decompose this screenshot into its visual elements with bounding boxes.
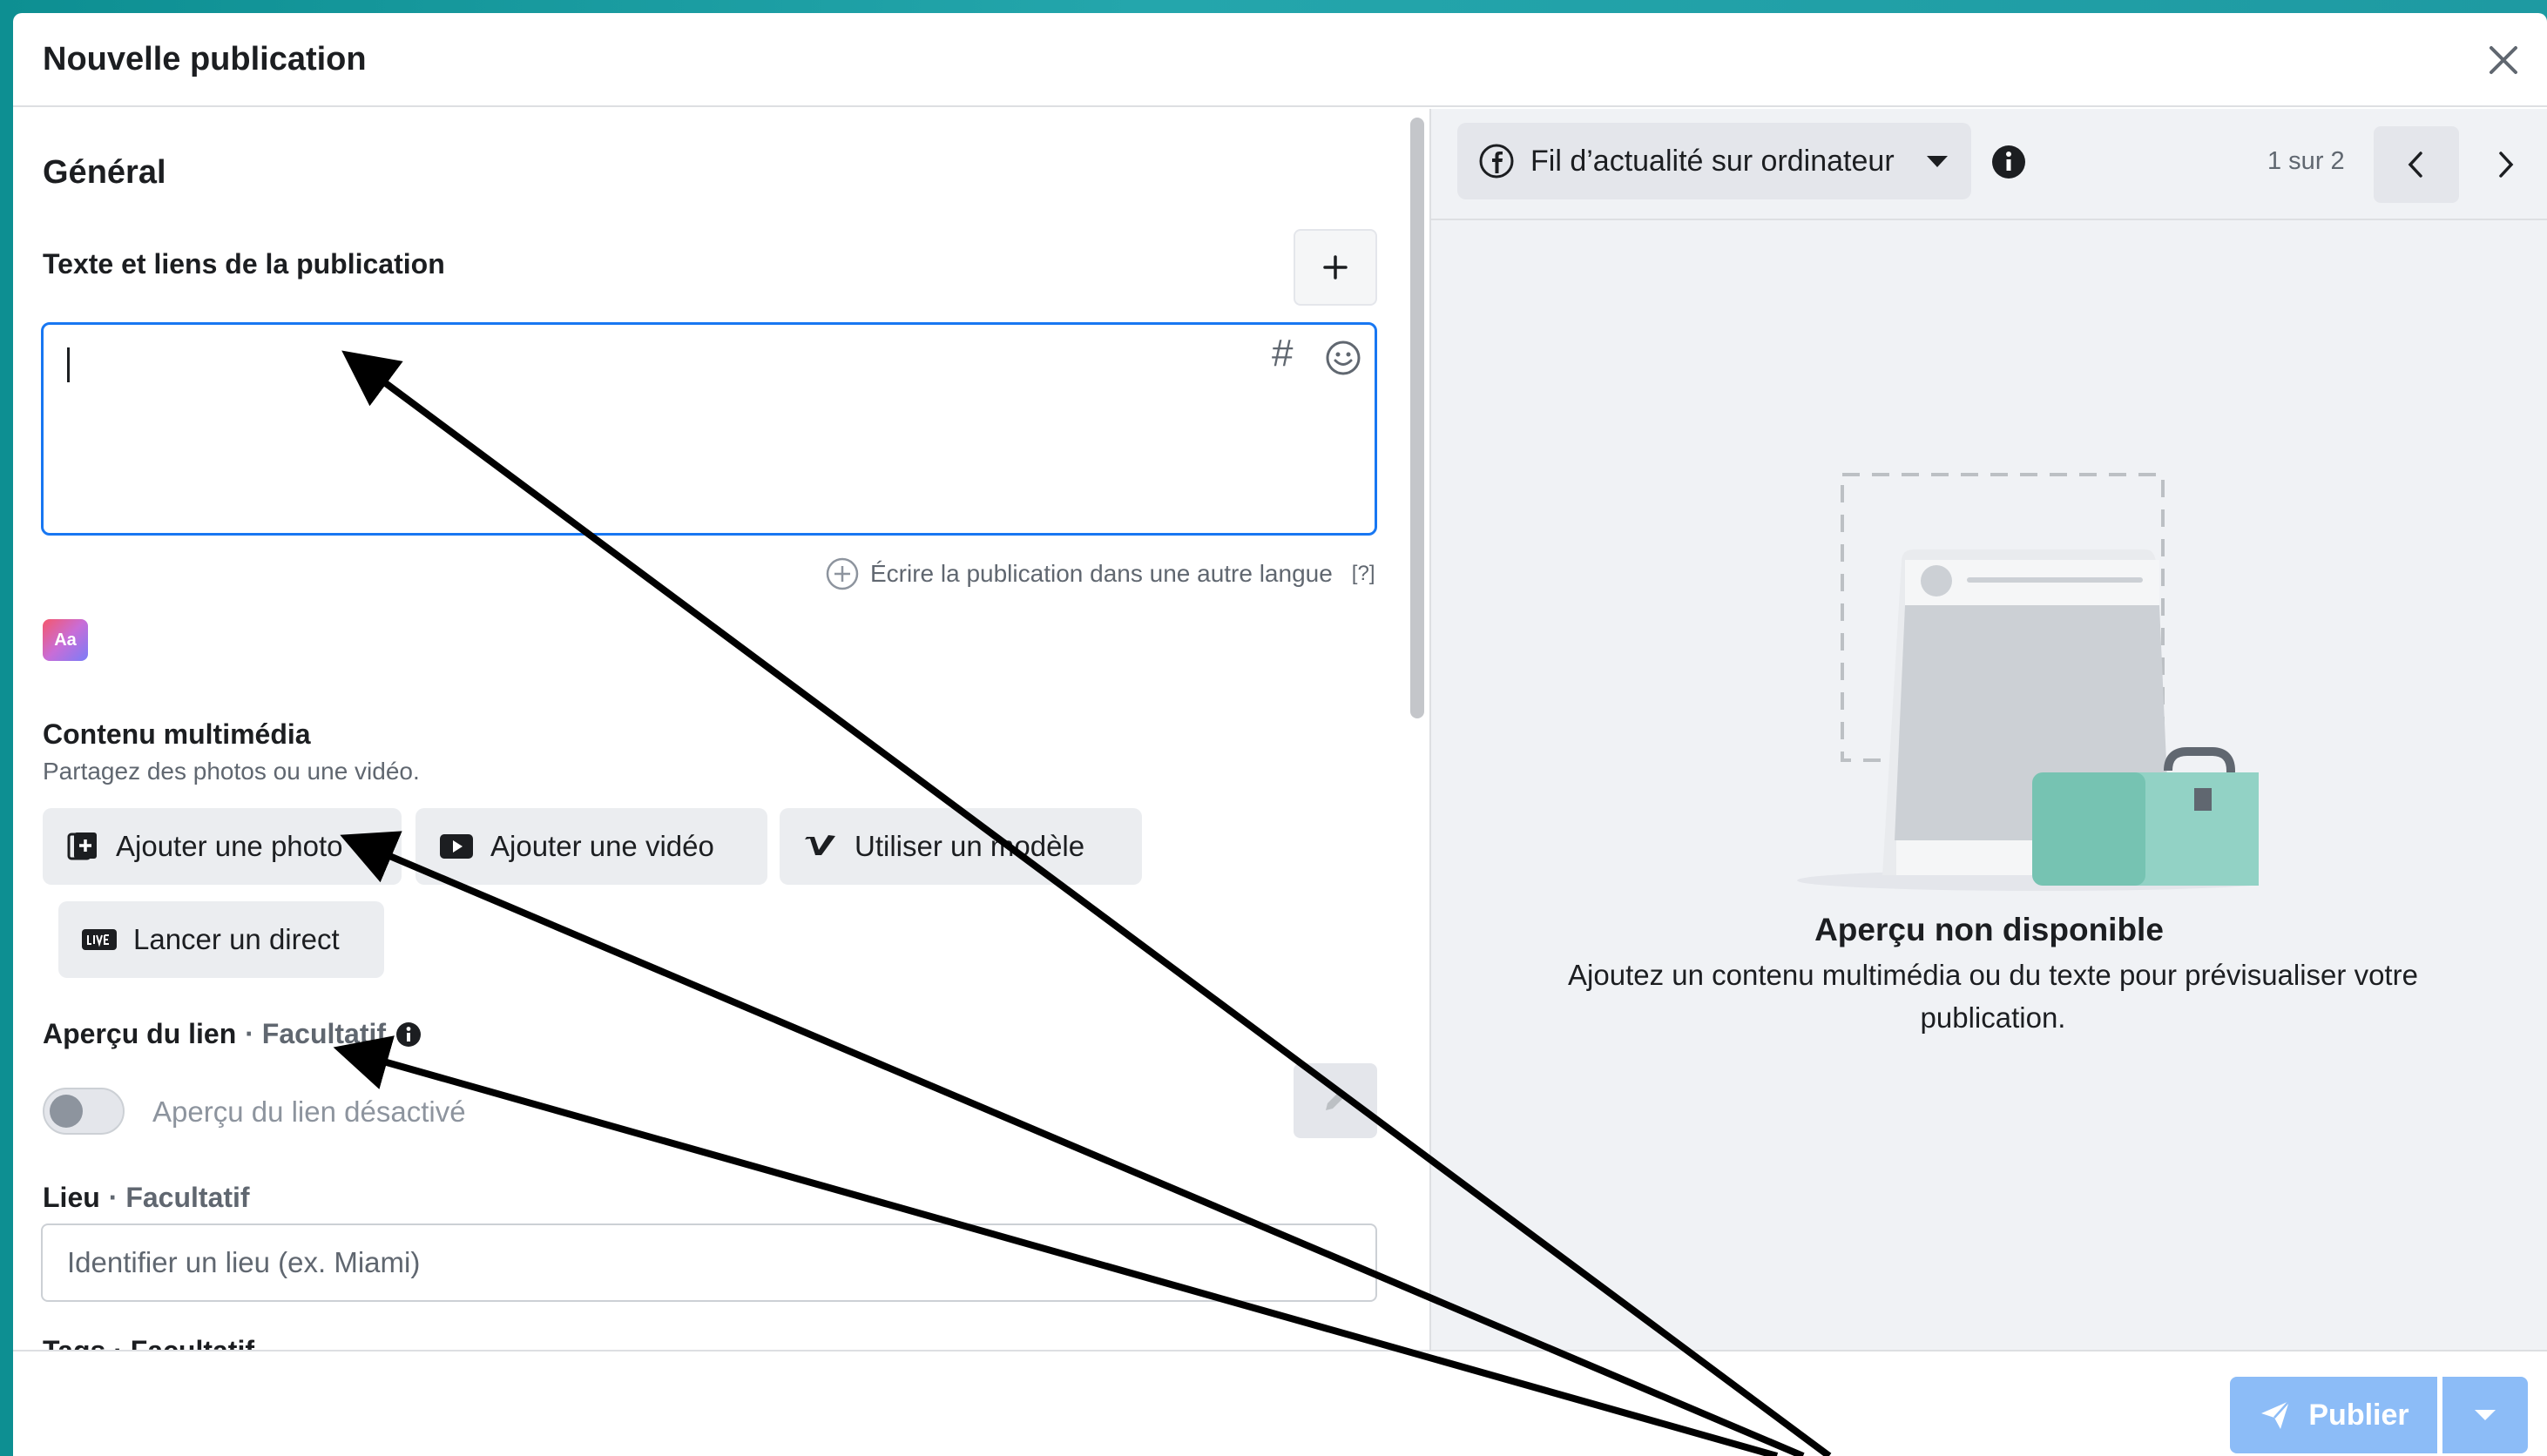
placement-dropdown[interactable]: Fil d’actualité sur ordinateur (1457, 123, 1971, 199)
edit-link-preview-button[interactable] (1294, 1063, 1377, 1138)
add-video-label: Ajouter une vidéo (490, 830, 714, 862)
composer-panel: Général Texte et liens de la publication… (13, 109, 1429, 1350)
tags-label: Tags · Facultatif (43, 1335, 254, 1350)
info-icon[interactable] (395, 1021, 422, 1048)
dialog-header: Nouvelle publication (13, 13, 2547, 107)
composer-scrollbar[interactable] (1410, 118, 1424, 1350)
section-title-general: Général (43, 154, 166, 191)
hashtag-icon[interactable]: # (1272, 332, 1293, 375)
facebook-icon (1479, 144, 1514, 179)
pencil-icon (1326, 1091, 1345, 1110)
add-photo-label: Ajouter une photo (116, 830, 343, 862)
location-label-row: Lieu · Facultatif (43, 1182, 250, 1214)
location-placeholder: Identifier un lieu (ex. Miami) (67, 1246, 421, 1278)
new-post-dialog: Nouvelle publication Général Texte et li… (13, 13, 2547, 1456)
other-language-link[interactable]: Écrire la publication dans une autre lan… (825, 555, 1375, 593)
location-input[interactable]: Identifier un lieu (ex. Miami) (41, 1223, 1377, 1302)
other-language-text: Écrire la publication dans une autre lan… (870, 560, 1333, 587)
text-caret (67, 347, 70, 382)
location-optional: · Facultatif (108, 1182, 250, 1213)
publish-options-button[interactable] (2442, 1377, 2528, 1453)
publish-button[interactable]: Publier (2230, 1377, 2437, 1453)
media-section-subtitle: Partagez des photos ou une vidéo. (43, 758, 420, 785)
text-style-icon[interactable]: Aa (43, 619, 88, 661)
preview-panel: Fil d’actualité sur ordinateur 1 sur 2 A… (1429, 109, 2547, 1350)
go-live-label: Lancer un direct (133, 923, 340, 955)
media-section-title: Contenu multimédia (43, 718, 311, 750)
other-language-help[interactable]: [?] (1352, 562, 1375, 586)
add-text-variant-button[interactable] (1294, 229, 1377, 306)
preview-title: Aperçu non disponible (1814, 912, 2164, 947)
live-icon (82, 929, 117, 950)
caret-down-icon (2475, 1410, 2496, 1420)
preview-toolbar: Fil d’actualité sur ordinateur 1 sur 2 (1431, 109, 2547, 220)
link-preview-optional: · Facultatif (245, 1018, 387, 1049)
link-preview-toggle[interactable] (43, 1088, 125, 1135)
photo-icon (67, 832, 97, 860)
toggle-knob (50, 1095, 83, 1128)
link-preview-toggle-label: Aperçu du lien désactivé (152, 1095, 466, 1128)
plus-icon (1323, 255, 1348, 280)
placement-label: Fil d’actualité sur ordinateur (1530, 144, 1895, 178)
add-photo-button[interactable]: Ajouter une photo (43, 808, 402, 885)
add-circle-icon (826, 557, 859, 590)
location-label: Lieu (43, 1182, 100, 1213)
add-video-button[interactable]: Ajouter une vidéo (415, 808, 767, 885)
close-icon[interactable] (2479, 36, 2528, 84)
next-preview-button[interactable] (2466, 126, 2544, 203)
preview-description: Ajoutez un contenu multimédia ou du text… (1568, 959, 2418, 1034)
publish-label: Publier (2308, 1398, 2409, 1432)
use-template-button[interactable]: Utiliser un modèle (780, 808, 1142, 885)
use-template-label: Utiliser un modèle (855, 830, 1085, 862)
post-text-input[interactable]: # (41, 322, 1377, 536)
caret-down-icon (1927, 156, 1948, 167)
preview-pager: 1 sur 2 (2267, 147, 2345, 175)
info-icon[interactable] (1990, 144, 2027, 180)
go-live-button[interactable]: Lancer un direct (58, 901, 384, 978)
emoji-icon[interactable] (1324, 339, 1362, 377)
text-style-badge: Aa (54, 630, 77, 650)
link-preview-label: Aperçu du lien (43, 1018, 237, 1049)
link-preview-label-row: Aperçu du lien · Facultatif (43, 1018, 422, 1050)
previous-preview-button[interactable] (2374, 126, 2459, 203)
dialog-footer: Publier (13, 1350, 2547, 1456)
dialog-title: Nouvelle publication (43, 41, 367, 78)
chevron-right-icon (2499, 152, 2514, 178)
preview-unavailable-illustration (1797, 473, 2259, 891)
scrollbar-thumb[interactable] (1410, 118, 1424, 718)
vimeo-icon (805, 835, 835, 855)
video-icon (440, 834, 473, 859)
post-text-label: Texte et liens de la publication (43, 248, 445, 280)
chevron-left-icon (2408, 152, 2422, 178)
send-icon (2261, 1400, 2291, 1429)
